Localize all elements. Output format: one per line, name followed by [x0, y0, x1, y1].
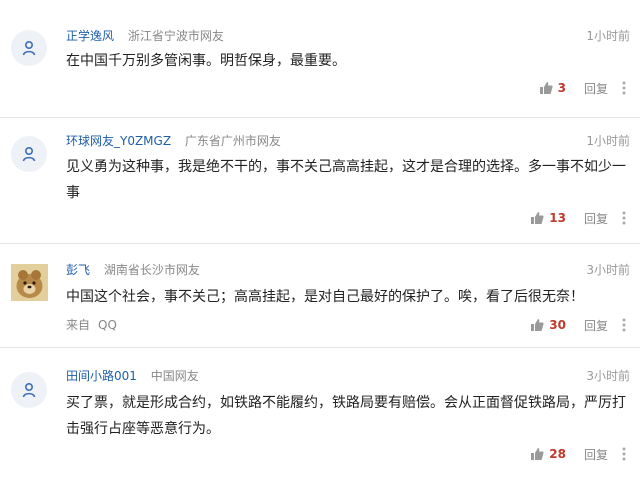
user-line: 彭飞 湖南省长沙市网友 — [66, 261, 200, 279]
username-link[interactable]: 正学逸风 — [66, 29, 114, 43]
like-count: 30 — [549, 318, 566, 332]
comment-item: 环球网友_Y0ZMGZ 广东省广州市网友 1小时前 见义勇为这种事，我是绝不干的… — [0, 118, 640, 244]
like-button[interactable]: 3 — [539, 81, 566, 95]
like-count: 3 — [557, 81, 566, 95]
more-icon[interactable] — [622, 447, 626, 461]
user-location: 中国网友 — [150, 369, 199, 383]
thumbs-up-icon — [531, 319, 544, 331]
user-avatar[interactable] — [11, 30, 47, 66]
user-location: 广东省广州市网友 — [184, 134, 281, 148]
comment-time: 3小时前 — [586, 263, 630, 277]
comment-text: 买了票，就是形成合约，如铁路不能履约，铁路局要有赔偿。会从正面督促铁路局，严厉打… — [66, 395, 626, 437]
username-link[interactable]: 田间小路001 — [66, 369, 137, 383]
username-link[interactable]: 环球网友_Y0ZMGZ — [66, 134, 171, 148]
user-location: 浙江省宁波市网友 — [127, 29, 224, 43]
more-icon[interactable] — [622, 318, 626, 332]
comment-text: 见义勇为这种事，我是绝不干的，事不关己高高挂起，这才是合理的选择。多一事不如少一… — [66, 159, 626, 201]
user-avatar[interactable] — [11, 264, 48, 301]
comment-source: 来自 QQ — [66, 316, 125, 334]
user-line: 田间小路001 中国网友 — [66, 367, 199, 385]
user-avatar[interactable] — [11, 136, 47, 172]
comment-actions: 30 回复 — [530, 316, 626, 334]
thumbs-up-icon — [539, 82, 553, 94]
more-icon[interactable] — [622, 211, 626, 225]
user-line: 环球网友_Y0ZMGZ 广东省广州市网友 — [66, 132, 281, 150]
username-link[interactable]: 彭飞 — [66, 263, 90, 277]
comment-actions: 28 回复 — [530, 445, 626, 463]
user-icon — [22, 382, 36, 398]
comment-time: 1小时前 — [586, 134, 630, 148]
thumbs-up-icon — [531, 212, 544, 224]
comment-text: 在中国千万别多管闲事。明哲保身，最重要。 — [66, 53, 346, 69]
user-line: 正学逸风 浙江省宁波市网友 — [66, 27, 224, 45]
comment-feed: 正学逸风 浙江省宁波市网友 1小时前 在中国千万别多管闲事。明哲保身，最重要。 … — [0, 0, 640, 478]
like-count: 13 — [549, 211, 566, 225]
comment-time: 3小时前 — [586, 369, 630, 383]
reply-button[interactable]: 回复 — [584, 446, 608, 463]
comment-actions: 3 回复 — [539, 79, 626, 97]
reply-button[interactable]: 回复 — [584, 80, 608, 97]
like-button[interactable]: 28 — [530, 447, 566, 461]
like-button[interactable]: 30 — [530, 318, 566, 332]
reply-button[interactable]: 回复 — [584, 317, 608, 334]
like-button[interactable]: 13 — [530, 211, 566, 225]
user-icon — [22, 146, 36, 162]
user-avatar[interactable] — [11, 372, 47, 408]
more-icon[interactable] — [622, 81, 626, 95]
comment-item: 彭飞 湖南省长沙市网友 3小时前 中国这个社会，事不关己；高高挂起，是对自己最好… — [0, 244, 640, 348]
comment-item: 田间小路001 中国网友 3小时前 买了票，就是形成合约，如铁路不能履约，铁路局… — [0, 348, 640, 478]
photo-avatar — [11, 264, 48, 301]
comment-actions: 13 回复 — [530, 209, 626, 227]
comment-time: 1小时前 — [586, 29, 630, 43]
source-label: 来自 — [66, 318, 91, 332]
like-count: 28 — [549, 447, 566, 461]
thumbs-up-icon — [531, 448, 544, 460]
reply-button[interactable]: 回复 — [584, 210, 608, 227]
comment-text: 中国这个社会，事不关己；高高挂起，是对自己最好的保护了。唉，看了后很无奈！ — [66, 289, 584, 305]
user-icon — [22, 40, 36, 56]
comment-item: 正学逸风 浙江省宁波市网友 1小时前 在中国千万别多管闲事。明哲保身，最重要。 … — [0, 0, 640, 118]
source-app: QQ — [98, 318, 117, 332]
user-location: 湖南省长沙市网友 — [103, 263, 200, 277]
